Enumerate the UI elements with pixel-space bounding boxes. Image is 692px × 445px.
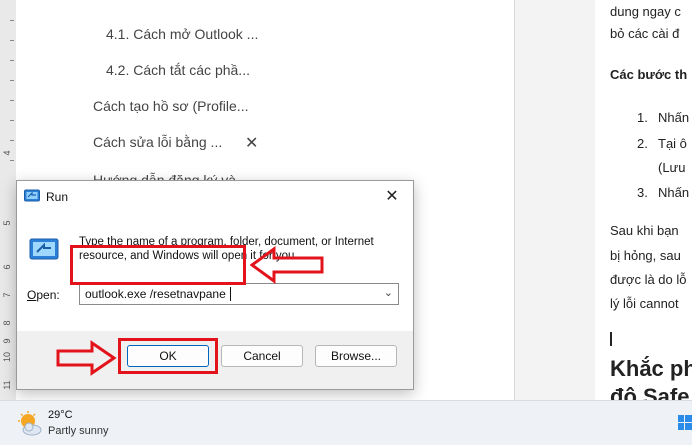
article-text: lý lỗi cannot xyxy=(610,296,679,311)
annotation-box-input xyxy=(70,245,246,285)
ruler-tick xyxy=(10,20,14,21)
article-bold-text: Các bước th xyxy=(610,67,688,82)
list-item: Nhấn xyxy=(658,185,690,200)
article-text: bỏ các cài đ xyxy=(610,26,680,41)
article-column: dung ngay c bỏ các cài đ Các bước th 1. … xyxy=(595,0,692,400)
ruler-number: 8 xyxy=(2,320,12,326)
list-item: (Lưu xyxy=(658,160,686,175)
list-number: 1. xyxy=(637,110,648,125)
vertical-ruler: 4 5 6 7 8 9 10 11 xyxy=(0,0,17,400)
open-label: Open: xyxy=(27,288,60,302)
ruler-tick xyxy=(10,40,14,41)
article-text: Sau khi bạn xyxy=(610,223,679,238)
dialog-titlebar[interactable]: Run ✕ xyxy=(17,181,413,213)
page-gap xyxy=(515,0,595,400)
list-number: 3. xyxy=(637,185,648,200)
annotation-arrow-right xyxy=(56,340,117,376)
ruler-number: 10 xyxy=(2,352,12,363)
ruler-tick xyxy=(10,80,14,81)
close-icon[interactable]: ✕ xyxy=(245,133,258,153)
weather-partly-sunny-icon[interactable] xyxy=(17,411,43,437)
article-text: bị hỏng, sau xyxy=(610,248,681,263)
dialog-title: Run xyxy=(46,190,69,204)
ruler-number: 11 xyxy=(2,380,12,390)
list-item: Tại ô xyxy=(658,136,687,151)
ruler-number: 7 xyxy=(2,292,12,298)
toc-item[interactable]: 4.1. Cách mở Outlook ... xyxy=(106,26,258,42)
cancel-button[interactable]: Cancel xyxy=(221,345,303,367)
article-heading: độ Safe xyxy=(610,384,690,400)
open-combobox[interactable]: outlook.exe /resetnavpane ⌄ xyxy=(79,283,399,305)
open-input-value[interactable]: outlook.exe /resetnavpane xyxy=(85,287,226,301)
ruler-number: 9 xyxy=(2,338,12,344)
windows-start-icon[interactable] xyxy=(678,413,692,433)
weather-temperature[interactable]: 29°C xyxy=(48,409,73,421)
ruler-tick xyxy=(10,60,14,61)
ruler-number: 5 xyxy=(2,220,12,226)
ruler-tick xyxy=(10,160,14,161)
ruler-tick xyxy=(10,100,14,101)
toc-item[interactable]: Cách tạo hồ sơ (Profile... xyxy=(93,98,248,114)
text-cursor xyxy=(610,332,612,346)
toc-item[interactable]: 4.2. Cách tắt các phầ... xyxy=(106,62,250,78)
weather-condition[interactable]: Partly sunny xyxy=(48,425,109,437)
chevron-down-icon[interactable]: ⌄ xyxy=(384,286,393,299)
ruler-tick xyxy=(10,140,14,141)
browse-button[interactable]: Browse... xyxy=(315,345,397,367)
run-program-icon xyxy=(29,238,59,260)
taskbar: 29°C Partly sunny xyxy=(0,400,692,445)
run-app-icon xyxy=(24,189,40,202)
article-heading: Khắc ph xyxy=(610,356,692,381)
annotation-arrow-left xyxy=(250,246,324,284)
toc-item[interactable]: Cách sửa lỗi bằng ... xyxy=(93,134,222,150)
ruler-number: 4 xyxy=(2,150,12,156)
text-caret xyxy=(230,287,231,301)
list-item: Nhấn xyxy=(658,110,690,125)
ruler-tick xyxy=(10,120,14,121)
ruler-number: 6 xyxy=(2,264,12,270)
annotation-box-ok xyxy=(118,338,218,374)
list-number: 2. xyxy=(637,136,648,151)
article-text: được là do lỗ xyxy=(610,272,687,287)
article-text: dung ngay c xyxy=(610,4,681,19)
close-icon[interactable]: ✕ xyxy=(377,185,407,209)
